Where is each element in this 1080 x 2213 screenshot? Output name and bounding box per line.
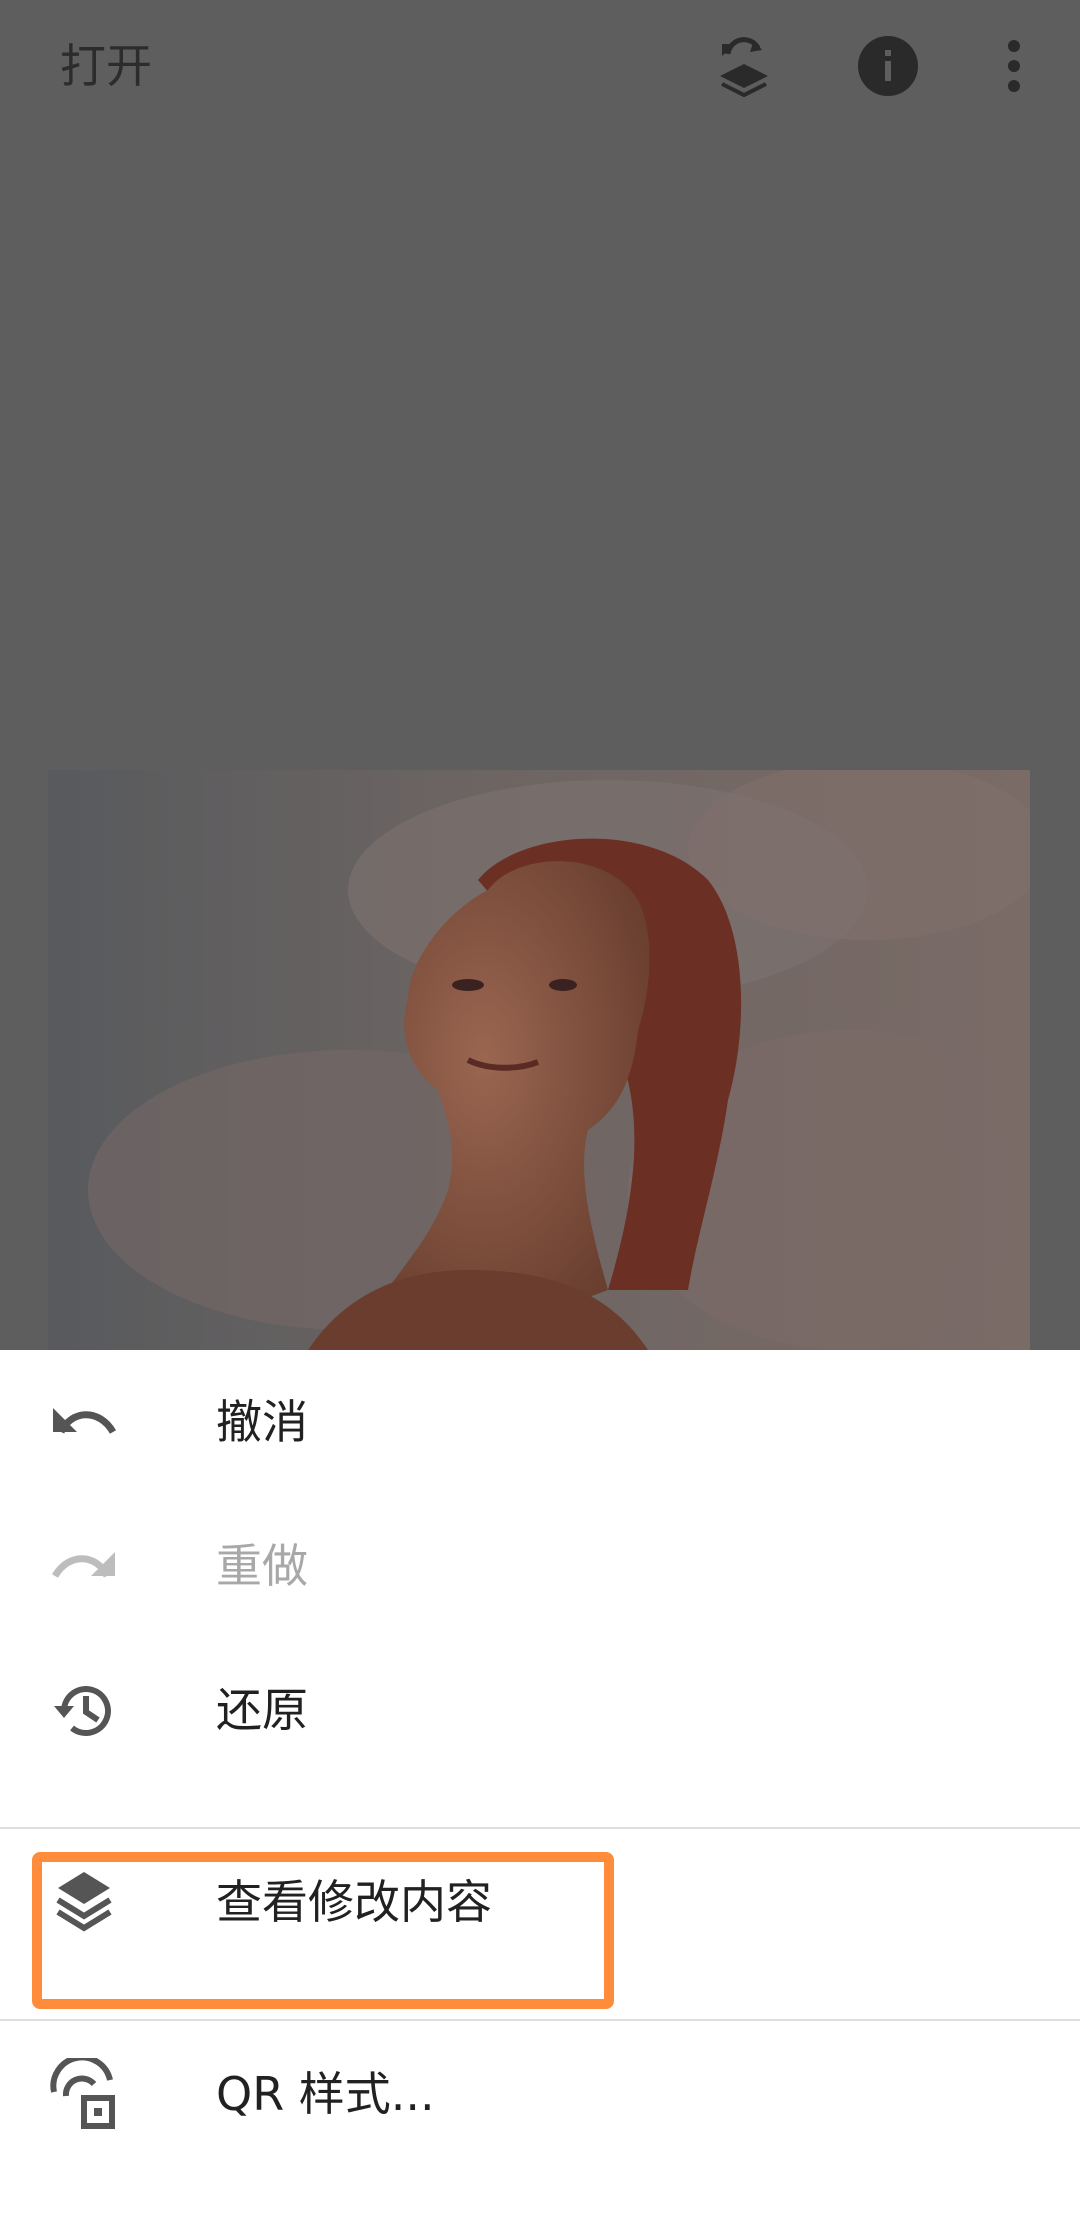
menu-divider	[0, 2019, 1080, 2021]
menu-item-undo[interactable]: 撤消	[0, 1350, 1080, 1494]
stack-refresh-icon[interactable]	[712, 34, 776, 98]
undo-icon	[48, 1390, 120, 1454]
bottom-sheet-menu: 撤消 重做 还原 查看修改内容 QR 样式...	[0, 1350, 1080, 2213]
redo-icon	[48, 1534, 120, 1598]
menu-divider	[0, 1827, 1080, 1829]
layers-icon	[48, 1870, 120, 1934]
open-button[interactable]: 打开	[60, 34, 152, 98]
dimmed-editor-background: 打开	[0, 0, 1080, 1350]
more-vert-icon[interactable]	[982, 34, 1046, 98]
menu-item-label: 查看修改内容	[216, 1875, 492, 1929]
history-icon	[48, 1678, 120, 1742]
menu-item-redo[interactable]: 重做	[0, 1494, 1080, 1638]
menu-item-label: 重做	[216, 1539, 308, 1593]
photo-preview	[48, 770, 1030, 1350]
menu-item-qr-style[interactable]: QR 样式...	[0, 2022, 1080, 2166]
menu-item-view-edits[interactable]: 查看修改内容	[0, 1830, 1080, 1974]
menu-item-label: 撤消	[216, 1395, 308, 1449]
qr-style-icon	[48, 2058, 120, 2129]
info-icon[interactable]	[856, 34, 920, 98]
menu-item-label: QR 样式...	[216, 2067, 435, 2121]
menu-item-label: 还原	[216, 1683, 308, 1737]
menu-item-revert[interactable]: 还原	[0, 1638, 1080, 1782]
top-app-bar: 打开	[0, 0, 1080, 132]
